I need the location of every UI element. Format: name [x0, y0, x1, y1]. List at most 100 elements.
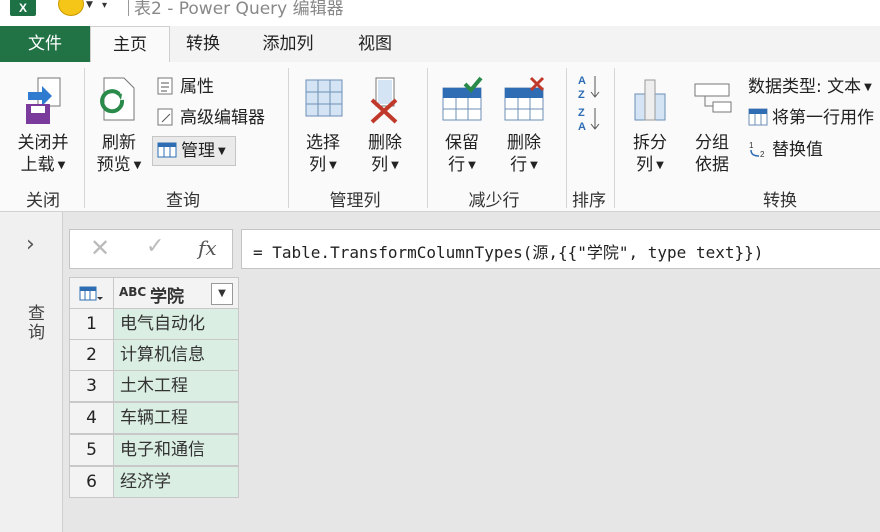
- table-cell[interactable]: 土木工程: [113, 370, 239, 402]
- window-title: 表2 - Power Query 编辑器: [134, 0, 344, 19]
- title-separator: [128, 0, 129, 16]
- keep-rows-icon: [442, 76, 483, 121]
- replace-values-button[interactable]: 1 2 替换值: [748, 139, 823, 161]
- group-label-manage-columns: 管理列: [329, 191, 381, 211]
- properties-button[interactable]: 属性: [156, 76, 214, 98]
- sort-ascending-button[interactable]: AZ: [576, 72, 602, 102]
- row-number[interactable]: 4: [69, 402, 114, 434]
- close-load-dropdown-icon: ▼: [57, 160, 66, 171]
- close-load-label-1: 关闭并: [17, 133, 69, 153]
- fx-icon[interactable]: fx: [198, 236, 217, 260]
- keep-rows-button[interactable]: 保留 行 ▼: [434, 76, 490, 177]
- use-first-row-as-headers-button[interactable]: 将第一行用作: [748, 107, 874, 129]
- tab-add-column[interactable]: 添加列: [250, 26, 326, 62]
- sort-descending-button[interactable]: ZA: [576, 104, 602, 134]
- table-cell[interactable]: 经济学: [113, 466, 239, 498]
- row-number[interactable]: 2: [69, 339, 114, 371]
- manage-button[interactable]: 管理 ▼: [152, 136, 236, 166]
- tab-view[interactable]: 视图: [344, 26, 406, 62]
- group-label-close: 关闭: [26, 191, 60, 211]
- remove-rows-button[interactable]: 删除 行 ▼: [496, 76, 552, 177]
- expand-chevron-icon[interactable]: ›: [26, 232, 35, 257]
- table-cell[interactable]: 电子和通信: [113, 434, 239, 466]
- quick-access-customize-icon[interactable]: ▾: [102, 0, 107, 11]
- row-number[interactable]: 1: [69, 308, 114, 340]
- keep-rows-label-2: 行: [448, 155, 466, 175]
- refresh-label-2: 预览: [96, 155, 131, 175]
- svg-text:1: 1: [749, 141, 754, 150]
- svg-text:Z: Z: [578, 89, 585, 101]
- use-first-row-icon: [748, 108, 768, 126]
- replace-values-icon: 12: [749, 141, 765, 158]
- ribbon-tab-row: 文件 主页 转换 添加列 视图: [0, 26, 880, 63]
- column-filter-dropdown-icon[interactable]: ▼: [211, 283, 233, 305]
- advanced-editor-label: 高级编辑器: [180, 108, 265, 128]
- remove-rows-label-1: 删除: [507, 133, 541, 153]
- group-label-reduce-rows: 减少行: [468, 191, 520, 211]
- group-separator: [84, 68, 85, 208]
- row-number[interactable]: 3: [69, 370, 114, 402]
- group-label-transform: 转换: [763, 191, 797, 211]
- table-cell[interactable]: 电气自动化: [113, 308, 239, 340]
- tab-home[interactable]: 主页: [90, 26, 170, 63]
- data-type-dropdown-icon: ▼: [864, 82, 872, 93]
- close-and-load-button[interactable]: 关闭并 上载 ▼: [8, 76, 78, 177]
- manage-dropdown-icon: ▼: [218, 146, 226, 157]
- choose-columns-label-1: 选择: [306, 133, 340, 153]
- group-separator: [427, 68, 428, 208]
- table-cell[interactable]: 车辆工程: [113, 402, 239, 434]
- formula-bar-input[interactable]: = Table.TransformColumnTypes(源,{{"学院", t…: [241, 229, 880, 269]
- group-by-label-1: 分组: [695, 133, 729, 153]
- advanced-editor-button[interactable]: 高级编辑器: [156, 107, 265, 129]
- table-icon: [157, 142, 177, 158]
- split-column-button[interactable]: 拆分 列 ▼: [622, 76, 678, 177]
- choose-columns-icon: [305, 79, 343, 117]
- table-menu-button[interactable]: [69, 277, 114, 309]
- group-separator: [614, 68, 615, 208]
- excel-logo-icon: X: [10, 0, 36, 16]
- choose-columns-button[interactable]: 选择 列 ▼: [296, 76, 350, 177]
- properties-label: 属性: [180, 77, 214, 97]
- split-column-dropdown-icon: ▼: [656, 160, 664, 171]
- refresh-icon: [100, 77, 135, 121]
- choose-columns-label-2: 列: [309, 155, 327, 175]
- remove-rows-label-2: 行: [510, 155, 528, 175]
- data-type-label: 数据类型: 文本: [748, 77, 862, 97]
- remove-rows-dropdown-icon: ▼: [530, 160, 538, 171]
- feedback-smiley-icon[interactable]: [58, 0, 84, 16]
- queries-pane-label: 查询: [24, 304, 44, 342]
- text-type-icon[interactable]: ABC: [119, 285, 146, 299]
- commit-check-icon[interactable]: ✓: [146, 234, 164, 259]
- row-number[interactable]: 5: [69, 434, 114, 466]
- keep-rows-label-1: 保留: [445, 133, 479, 153]
- svg-text:A: A: [578, 75, 586, 87]
- remove-columns-label-2: 列: [371, 155, 389, 175]
- group-label-query: 查询: [166, 191, 200, 211]
- split-column-icon: [634, 79, 666, 121]
- group-by-button[interactable]: 分组 依据: [686, 76, 738, 176]
- formula-bar-buttons: ✕ ✓ fx: [69, 229, 233, 269]
- manage-label: 管理: [181, 141, 215, 161]
- group-by-label-2: 依据: [695, 155, 729, 175]
- remove-columns-icon: [370, 77, 398, 124]
- refresh-preview-button[interactable]: 刷新 预览 ▼: [90, 76, 148, 177]
- column-header[interactable]: ABC 学院 ▼: [113, 277, 239, 309]
- row-number[interactable]: 6: [69, 466, 114, 498]
- table-cell[interactable]: 计算机信息: [113, 339, 239, 371]
- smiley-dropdown-icon[interactable]: ▼: [86, 0, 93, 10]
- properties-icon: [157, 77, 173, 95]
- column-name: 学院: [150, 287, 184, 307]
- queries-pane: › 查询: [0, 212, 63, 532]
- sort-descending-icon: ZA: [578, 107, 600, 133]
- data-type-dropdown[interactable]: 数据类型: 文本 ▼: [748, 76, 872, 99]
- remove-columns-label-1: 删除: [368, 133, 402, 153]
- ribbon: 关闭并 上载 ▼ 关闭 刷新 预览 ▼ 属性 高级编辑器 管理 ▼ 查询 选择 列 ▼: [0, 62, 880, 212]
- replace-values-label: 替换值: [772, 140, 823, 160]
- tab-file[interactable]: 文件: [0, 26, 90, 62]
- table-menu-icon: [79, 286, 103, 301]
- tab-transform[interactable]: 转换: [172, 26, 234, 62]
- remove-columns-dropdown-icon: ▼: [391, 160, 399, 171]
- cancel-icon[interactable]: ✕: [90, 234, 110, 262]
- advanced-editor-icon: [157, 108, 173, 126]
- remove-columns-button[interactable]: 删除 列 ▼: [358, 76, 412, 177]
